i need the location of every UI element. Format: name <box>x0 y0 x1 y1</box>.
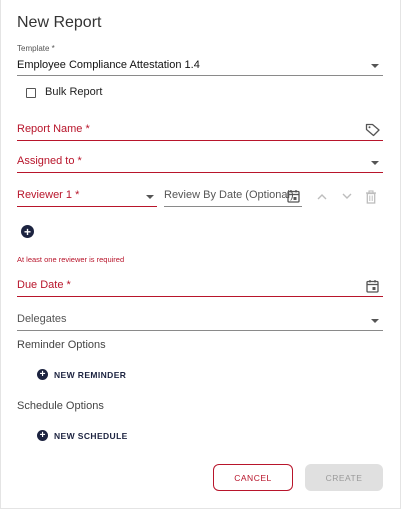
assigned-to-dropdown-icon[interactable] <box>371 161 379 165</box>
new-reminder-label: NEW REMINDER <box>54 369 127 380</box>
delegates-select[interactable]: Delegates <box>17 313 67 325</box>
due-date-calendar-icon[interactable] <box>366 279 379 293</box>
delegates-dropdown-icon[interactable] <box>371 319 379 323</box>
assigned-to-underline <box>17 172 383 173</box>
dialog-title: New Report <box>17 14 102 31</box>
new-reminder-button[interactable]: + NEW REMINDER <box>37 369 126 380</box>
trash-icon[interactable] <box>365 190 377 204</box>
cancel-button[interactable]: CANCEL <box>213 464 293 491</box>
due-date-field[interactable]: Due Date * <box>17 279 71 291</box>
plus-circle-icon: + <box>21 225 34 238</box>
review-by-date-field[interactable]: Review By Date (Optional) <box>164 189 294 201</box>
template-underline <box>17 75 383 76</box>
reviewer-dropdown-icon[interactable] <box>146 195 154 199</box>
chevron-up-icon[interactable] <box>317 193 327 200</box>
report-name-field[interactable]: Report Name * <box>17 123 90 135</box>
new-schedule-button[interactable]: + NEW SCHEDULE <box>37 430 128 441</box>
new-schedule-label: NEW SCHEDULE <box>54 430 128 441</box>
delegates-underline <box>17 330 383 331</box>
plus-circle-icon: + <box>37 430 48 441</box>
template-select-value[interactable]: Employee Compliance Attestation 1.4 <box>17 59 200 71</box>
review-by-date-underline <box>164 206 302 207</box>
reviewer-error-message: At least one reviewer is required <box>17 255 125 264</box>
schedule-options-label: Schedule Options <box>17 400 104 412</box>
template-label: Template * <box>17 44 55 53</box>
reviewer-select[interactable]: Reviewer 1 * <box>17 189 79 201</box>
add-reviewer-button[interactable]: + <box>21 225 34 238</box>
due-date-underline <box>17 296 383 297</box>
report-name-underline <box>17 140 383 141</box>
create-button[interactable]: CREATE <box>305 464 383 491</box>
assigned-to-select[interactable]: Assigned to * <box>17 155 82 167</box>
chevron-down-icon[interactable] <box>342 193 352 200</box>
tag-icon <box>365 123 381 137</box>
reviewer-underline <box>17 206 157 207</box>
bulk-report-checkbox[interactable] <box>26 88 36 98</box>
bulk-report-label: Bulk Report <box>45 86 103 98</box>
reminder-options-label: Reminder Options <box>17 339 106 351</box>
plus-circle-icon: + <box>37 369 48 380</box>
calendar-icon[interactable] <box>287 189 300 203</box>
template-dropdown-icon[interactable] <box>371 64 379 68</box>
new-report-dialog: New Report Template * Employee Complianc… <box>0 0 401 509</box>
